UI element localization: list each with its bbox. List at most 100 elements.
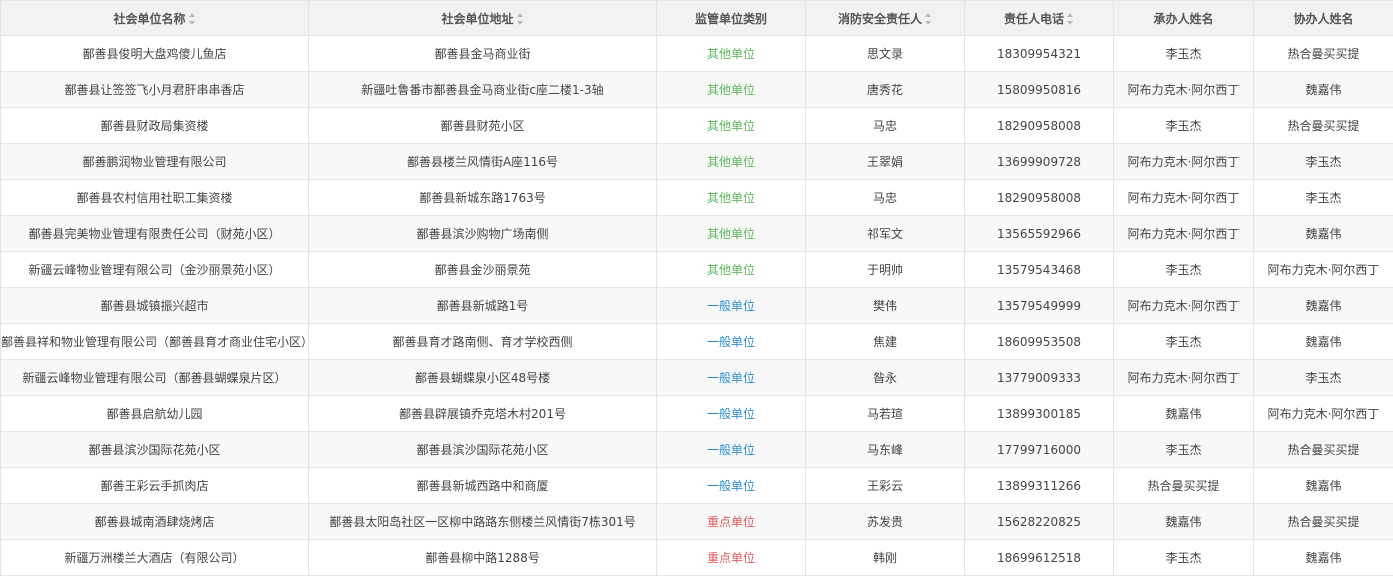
category-badge: 其他单位	[707, 261, 755, 278]
category-badge: 一般单位	[707, 297, 755, 314]
cell-assistant: 阿布力克木·阿尔西丁	[1254, 252, 1393, 288]
cell-phone-text: 18609953508	[997, 335, 1081, 349]
cell-assistant-text: 热合曼买买提	[1287, 515, 1359, 529]
table-row[interactable]: 鄯善县农村信用社职工集资楼鄯善县新城东路1763号其他单位马忠182909580…	[1, 180, 1393, 216]
cell-category: 其他单位	[657, 252, 806, 288]
cell-assistant: 魏嘉伟	[1254, 216, 1393, 252]
column-header-label: 责任人电话	[1004, 12, 1064, 26]
cell-handler: 魏嘉伟	[1114, 504, 1254, 540]
column-header-phone[interactable]: 责任人电话	[965, 1, 1114, 36]
table-row[interactable]: 鄯善县城镇振兴超市鄯善县新城路1号一般单位樊伟13579549999阿布力克木·…	[1, 288, 1393, 324]
cell-unit-address: 鄯善县财苑小区	[309, 108, 657, 144]
cell-category: 一般单位	[657, 288, 806, 324]
cell-safety-person-text: 唐秀花	[867, 83, 903, 97]
table-body: 鄯善县俊明大盘鸡傻儿鱼店鄯善县金马商业街其他单位思文录18309954321李玉…	[1, 36, 1393, 576]
cell-unit-address-text: 鄯善县财苑小区	[440, 119, 524, 133]
cell-unit-name: 鄯善县让签签飞小月君肝串串香店	[1, 72, 309, 108]
cell-phone: 13899311266	[965, 468, 1114, 504]
cell-handler-text: 阿布力克木·阿尔西丁	[1128, 155, 1240, 169]
category-badge: 其他单位	[707, 153, 755, 170]
cell-unit-address-text: 鄯善县滨沙国际花苑小区	[416, 443, 548, 457]
column-header-label: 承办人姓名	[1153, 12, 1213, 26]
cell-phone: 13565592966	[965, 216, 1114, 252]
cell-safety-person: 马东峰	[806, 432, 965, 468]
cell-phone-text: 18290958008	[997, 119, 1081, 133]
cell-safety-person-text: 樊伟	[873, 299, 897, 313]
category-badge: 一般单位	[707, 405, 755, 422]
cell-unit-name: 新疆万洲楼兰大酒店（有限公司）	[1, 540, 309, 576]
cell-assistant: 魏嘉伟	[1254, 468, 1393, 504]
cell-safety-person-text: 马忠	[873, 191, 897, 205]
column-header-assistant: 协办人姓名	[1254, 1, 1393, 36]
cell-phone: 13779009333	[965, 360, 1114, 396]
table-row[interactable]: 新疆万洲楼兰大酒店（有限公司）鄯善县柳中路1288号重点单位韩刚18699612…	[1, 540, 1393, 576]
table-row[interactable]: 鄯善县启航幼儿园鄯善县辟展镇乔克塔木村201号一般单位马若瑄1389930018…	[1, 396, 1393, 432]
cell-handler-text: 李玉杰	[1165, 263, 1201, 277]
cell-assistant: 魏嘉伟	[1254, 72, 1393, 108]
cell-category: 重点单位	[657, 540, 806, 576]
sort-icon[interactable]	[925, 13, 932, 25]
cell-assistant-text: 热合曼买买提	[1287, 443, 1359, 457]
cell-unit-name-text: 鄯善县祥和物业管理有限公司（鄯善县育才商业住宅小区）	[1, 335, 309, 349]
cell-unit-address: 鄯善县蝴蝶泉小区48号楼	[309, 360, 657, 396]
cell-handler: 李玉杰	[1114, 108, 1254, 144]
cell-unit-name: 鄯善鹏润物业管理有限公司	[1, 144, 309, 180]
cell-unit-name-text: 鄯善县财政局集资楼	[100, 119, 208, 133]
sort-icon[interactable]	[189, 13, 196, 25]
table-row[interactable]: 鄯善县祥和物业管理有限公司（鄯善县育才商业住宅小区）鄯善县育才路南侧、育才学校西…	[1, 324, 1393, 360]
table-row[interactable]: 鄯善县让签签飞小月君肝串串香店新疆吐鲁番市鄯善县金马商业街c座二楼1-3轴其他单…	[1, 72, 1393, 108]
cell-phone: 18290958008	[965, 108, 1114, 144]
column-header-unit-name[interactable]: 社会单位名称	[1, 1, 309, 36]
table-header-row: 社会单位名称 社会单位地址 监管单位类别 消防安全责任人 责任人电话 承办人姓名…	[1, 1, 1393, 36]
cell-phone: 13579549999	[965, 288, 1114, 324]
cell-handler: 李玉杰	[1114, 432, 1254, 468]
cell-unit-name: 鄯善县农村信用社职工集资楼	[1, 180, 309, 216]
cell-safety-person: 樊伟	[806, 288, 965, 324]
table-row[interactable]: 鄯善县滨沙国际花苑小区鄯善县滨沙国际花苑小区一般单位马东峰17799716000…	[1, 432, 1393, 468]
cell-assistant: 李玉杰	[1254, 360, 1393, 396]
cell-phone-text: 13899311266	[997, 479, 1081, 493]
cell-unit-name: 鄯善县完美物业管理有限责任公司（财苑小区）	[1, 216, 309, 252]
cell-safety-person-text: 昝永	[873, 371, 897, 385]
column-header-safety-person[interactable]: 消防安全责任人	[806, 1, 965, 36]
column-header-unit-address[interactable]: 社会单位地址	[309, 1, 657, 36]
cell-safety-person: 韩刚	[806, 540, 965, 576]
cell-safety-person-text: 韩刚	[873, 551, 897, 565]
table-row[interactable]: 鄯善王彩云手抓肉店鄯善县新城西路中和商厦一般单位王彩云13899311266热合…	[1, 468, 1393, 504]
units-table: 社会单位名称 社会单位地址 监管单位类别 消防安全责任人 责任人电话 承办人姓名…	[0, 0, 1393, 576]
cell-safety-person-text: 王翠娟	[867, 155, 903, 169]
table-row[interactable]: 鄯善县财政局集资楼鄯善县财苑小区其他单位马忠18290958008李玉杰热合曼买…	[1, 108, 1393, 144]
cell-handler-text: 阿布力克木·阿尔西丁	[1128, 227, 1240, 241]
table-row[interactable]: 鄯善县城南酒肆烧烤店鄯善县太阳岛社区一区柳中路路东侧楼兰风情街7栋301号重点单…	[1, 504, 1393, 540]
cell-phone: 15628220825	[965, 504, 1114, 540]
category-badge: 重点单位	[707, 513, 755, 530]
cell-assistant-text: 李玉杰	[1305, 191, 1341, 205]
cell-phone: 15809950816	[965, 72, 1114, 108]
sort-icon[interactable]	[517, 13, 524, 25]
cell-unit-name-text: 新疆云峰物业管理有限公司（鄯善县蝴蝶泉片区）	[22, 371, 286, 385]
cell-safety-person-text: 于明帅	[867, 263, 903, 277]
cell-unit-address-text: 鄯善县新城东路1763号	[419, 191, 546, 205]
cell-handler: 阿布力克木·阿尔西丁	[1114, 144, 1254, 180]
cell-phone-text: 18309954321	[997, 47, 1081, 61]
cell-safety-person: 昝永	[806, 360, 965, 396]
cell-phone: 13579543468	[965, 252, 1114, 288]
table-row[interactable]: 新疆云峰物业管理有限公司（金沙丽景苑小区）鄯善县金沙丽景苑其他单位于明帅1357…	[1, 252, 1393, 288]
table-row[interactable]: 鄯善县俊明大盘鸡傻儿鱼店鄯善县金马商业街其他单位思文录18309954321李玉…	[1, 36, 1393, 72]
cell-phone-text: 13899300185	[997, 407, 1081, 421]
column-header-label: 社会单位地址	[441, 12, 513, 26]
sort-icon[interactable]	[1067, 13, 1074, 25]
cell-unit-address: 新疆吐鲁番市鄯善县金马商业街c座二楼1-3轴	[309, 72, 657, 108]
cell-phone: 18699612518	[965, 540, 1114, 576]
cell-safety-person-text: 马若瑄	[867, 407, 903, 421]
cell-handler-text: 李玉杰	[1165, 443, 1201, 457]
table-row[interactable]: 新疆云峰物业管理有限公司（鄯善县蝴蝶泉片区）鄯善县蝴蝶泉小区48号楼一般单位昝永…	[1, 360, 1393, 396]
cell-unit-name: 鄯善县俊明大盘鸡傻儿鱼店	[1, 36, 309, 72]
table-row[interactable]: 鄯善县完美物业管理有限责任公司（财苑小区）鄯善县滨沙购物广场南侧其他单位祁军文1…	[1, 216, 1393, 252]
cell-assistant-text: 热合曼买买提	[1287, 119, 1359, 133]
cell-safety-person: 唐秀花	[806, 72, 965, 108]
cell-safety-person-text: 马忠	[873, 119, 897, 133]
table-row[interactable]: 鄯善鹏润物业管理有限公司鄯善县楼兰风情街A座116号其他单位王翠娟1369990…	[1, 144, 1393, 180]
cell-category: 一般单位	[657, 396, 806, 432]
column-header-label: 社会单位名称	[113, 12, 185, 26]
